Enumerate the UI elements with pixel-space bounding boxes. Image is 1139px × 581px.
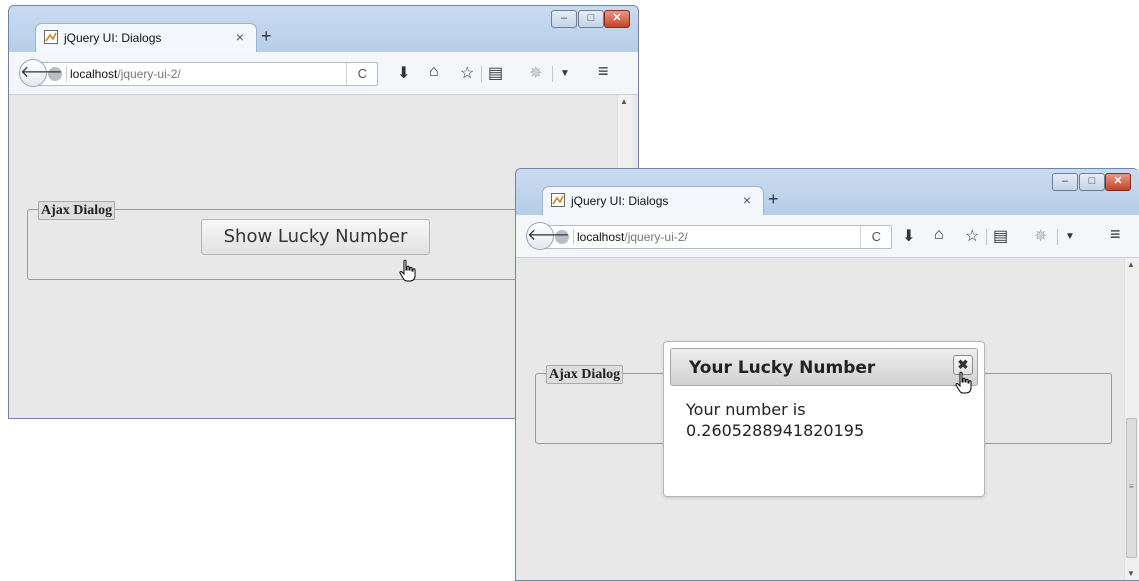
vertical-scrollbar[interactable]: ▲ ≡ ▼	[1124, 258, 1139, 580]
url-host: localhost	[70, 67, 118, 81]
chevron-down-icon[interactable]: ▼	[560, 68, 570, 79]
reload-separator	[860, 226, 861, 248]
tab-title: jQuery UI: Dialogs	[571, 194, 669, 208]
minimize-button[interactable]: –	[1052, 173, 1078, 191]
back-button[interactable]: 🡐	[526, 222, 570, 250]
hamburger-menu-icon[interactable]: ≡	[1110, 224, 1121, 245]
page-content: ▲ ≡ ▼ Ajax Dialog Your Lucky Number ✖ Yo…	[516, 258, 1139, 580]
url-host: localhost	[577, 230, 625, 244]
hamburger-menu-icon[interactable]: ≡	[598, 61, 609, 82]
tab-title: jQuery UI: Dialogs	[64, 31, 162, 45]
url-text: localhost/jquery-ui-2/	[577, 230, 688, 244]
address-bar[interactable]: localhost/jquery-ui-2/ C	[33, 62, 378, 86]
title-bar: jQuery UI: Dialogs × + – □ ✕	[9, 6, 638, 52]
dialog-body: Your number is 0.2605288941820195	[686, 399, 956, 441]
url-path: /jquery-ui-2/	[117, 67, 181, 81]
favicon-icon	[551, 193, 565, 207]
arrow-left-icon: 🡐	[20, 64, 63, 81]
new-tab-button[interactable]: +	[768, 189, 779, 210]
extension-icon[interactable]: ✵	[1034, 226, 1047, 246]
url-separator	[573, 229, 574, 245]
fieldset-legend: Ajax Dialog	[546, 365, 624, 384]
toolbar-separator	[552, 66, 553, 82]
download-icon[interactable]: ⬇	[902, 226, 915, 246]
home-icon[interactable]: ⌂	[429, 63, 439, 81]
toolbar-separator	[1057, 229, 1058, 245]
minimize-button[interactable]: –	[551, 10, 577, 28]
clipboard-icon[interactable]: ▤	[993, 226, 1008, 246]
toolbar-separator	[481, 66, 482, 82]
tab-close-icon[interactable]: ×	[743, 192, 751, 208]
grip-icon: ≡	[1129, 482, 1134, 491]
reload-icon[interactable]: C	[872, 229, 881, 244]
reload-icon[interactable]: C	[358, 66, 367, 81]
address-bar[interactable]: localhost/jquery-ui-2/ C	[540, 225, 892, 249]
navigation-toolbar: localhost/jquery-ui-2/ C 🡐 ⬇ ⌂ ☆ ▤ ✵ ▼ ≡	[516, 215, 1139, 258]
favicon-icon	[44, 30, 58, 44]
url-path: /jquery-ui-2/	[624, 230, 688, 244]
star-icon[interactable]: ☆	[460, 63, 474, 83]
lucky-number-value: 0.2605288941820195	[686, 421, 865, 440]
fieldset-legend: Ajax Dialog	[38, 201, 116, 220]
browser-tab[interactable]: jQuery UI: Dialogs ×	[542, 186, 764, 215]
scroll-up-icon[interactable]: ▲	[1127, 260, 1135, 269]
show-lucky-number-button[interactable]: Show Lucky Number	[201, 219, 430, 255]
scrollbar-thumb[interactable]: ≡	[1126, 418, 1137, 558]
hand-cursor-icon	[399, 259, 416, 282]
chevron-down-icon[interactable]: ▼	[1065, 231, 1075, 242]
dialog-title: Your Lucky Number	[689, 358, 876, 378]
close-window-button[interactable]: ✕	[604, 10, 630, 28]
title-bar: jQuery UI: Dialogs × + – □ ✕	[516, 169, 1139, 215]
download-icon[interactable]: ⬇	[397, 63, 410, 83]
lucky-number-dialog: Your Lucky Number ✖ Your number is 0.260…	[663, 341, 985, 497]
back-button[interactable]: 🡐	[19, 59, 63, 87]
maximize-button[interactable]: □	[1079, 173, 1105, 191]
clipboard-icon[interactable]: ▤	[488, 63, 503, 83]
reload-separator	[346, 63, 347, 85]
home-icon[interactable]: ⌂	[934, 226, 944, 244]
extension-icon[interactable]: ✵	[529, 63, 542, 83]
dialog-message: Your number is	[686, 400, 806, 419]
arrow-left-icon: 🡐	[527, 227, 570, 244]
new-tab-button[interactable]: +	[261, 26, 272, 47]
close-window-button[interactable]: ✕	[1105, 173, 1131, 191]
toolbar-separator	[986, 229, 987, 245]
browser-tab[interactable]: jQuery UI: Dialogs ×	[35, 23, 257, 52]
url-separator	[66, 66, 67, 82]
url-text: localhost/jquery-ui-2/	[70, 67, 181, 81]
star-icon[interactable]: ☆	[965, 226, 979, 246]
navigation-toolbar: localhost/jquery-ui-2/ C 🡐 ⬇ ⌂ ☆ ▤ ✵ ▼ ≡	[9, 52, 638, 95]
scroll-up-icon[interactable]: ▲	[620, 97, 628, 106]
maximize-button[interactable]: □	[578, 10, 604, 28]
hand-cursor-icon	[955, 371, 972, 394]
dialog-titlebar[interactable]: Your Lucky Number ✖	[670, 348, 978, 386]
browser-window-after: jQuery UI: Dialogs × + – □ ✕ localhost/j…	[515, 168, 1139, 581]
scroll-down-icon[interactable]: ▼	[1127, 569, 1135, 578]
tab-close-icon[interactable]: ×	[236, 29, 244, 45]
